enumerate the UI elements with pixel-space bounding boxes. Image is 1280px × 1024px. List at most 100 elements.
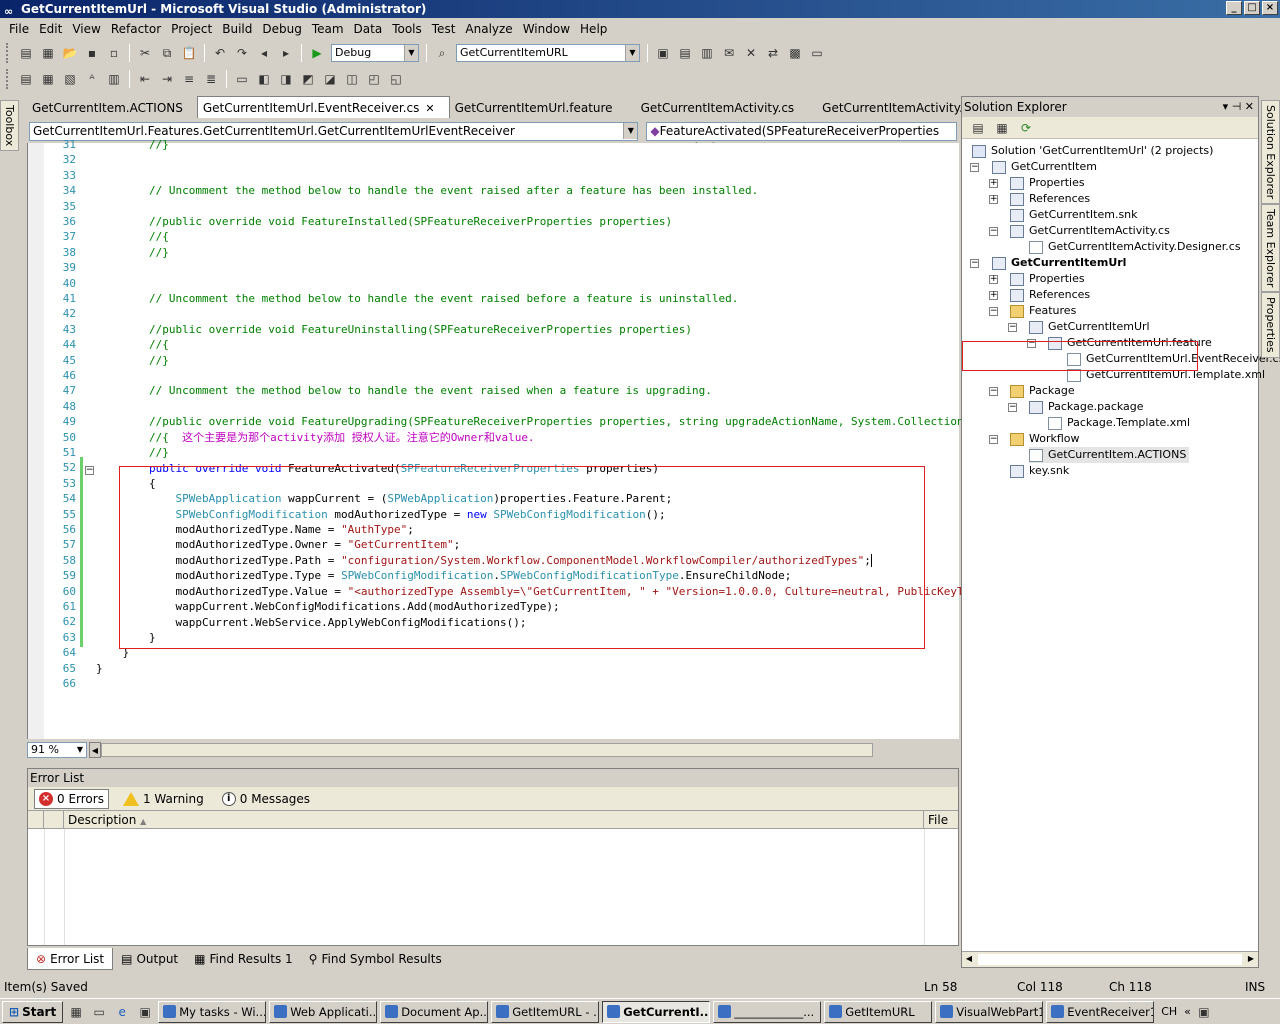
tree-node-feature-folder[interactable]: GetCurrentItemUrl [1029,319,1150,335]
tree-node-references[interactable]: References [1010,191,1090,207]
solution-explorer-side-tab[interactable]: Solution Explorer [1261,100,1280,205]
tree-node-package-folder[interactable]: Package [1010,383,1075,399]
scroll-right-icon[interactable]: ▶ [1244,952,1258,967]
tree-node-features[interactable]: Features [1010,303,1076,319]
navigate-backward-icon[interactable]: ◂ [254,43,274,63]
task-web-application[interactable]: Web Applicati... [269,1000,378,1023]
increase-indent-icon[interactable]: ⇥ [157,69,177,89]
tree-node-workflow[interactable]: Workflow [1010,431,1080,447]
quicklaunch-folder-icon[interactable]: ▣ [135,1002,155,1022]
menu-file[interactable]: File [4,19,34,39]
tab-getcurrentitem-actions[interactable]: GetCurrentItem.ACTIONS [27,98,197,118]
command-window-icon[interactable]: ▭ [807,43,827,63]
refresh-icon[interactable]: ⟳ [1016,118,1036,138]
minimize-button[interactable]: _ [1226,1,1242,15]
uncomment-lines-icon[interactable]: ≣ [201,69,221,89]
cut-icon[interactable]: ✂ [135,43,155,63]
member-dropdown[interactable]: ◆FeatureActivated(SPFeatureReceiverPrope… [646,122,957,155]
comment-lines-icon[interactable]: ≡ [179,69,199,89]
class-view-icon[interactable]: ▩ [785,43,805,63]
tree-node-getcurrentitemurl[interactable]: GetCurrentItemUrl [992,255,1126,271]
start-button[interactable]: ⊞ Start [2,1000,64,1023]
tree-node-properties-2[interactable]: Properties [1010,271,1085,287]
task-visualwebpart1[interactable]: VisualWebPart1 [935,1000,1044,1023]
collapse-icon[interactable]: − [970,259,979,268]
display-word-icon[interactable]: ▥ [104,69,124,89]
task-document-ap[interactable]: Document Ap... [380,1000,489,1023]
find-icon[interactable]: ⌕ [432,43,452,63]
expand-icon[interactable]: + [989,291,998,300]
new-project-icon[interactable]: ▤ [16,43,36,63]
tree-node-snk[interactable]: GetCurrentItem.snk [1010,207,1138,223]
clear-bookmarks-icon[interactable]: ◱ [386,69,406,89]
quicklaunch-server-manager-icon[interactable]: ▦ [66,1002,86,1022]
collapse-icon[interactable]: − [1008,323,1017,332]
undo-icon[interactable]: ↶ [210,43,230,63]
tree-node-designer-cs[interactable]: GetCurrentItemActivity.Designer.cs [1029,239,1241,255]
navigate-forward-icon[interactable]: ▸ [276,43,296,63]
find-combo[interactable]: GetCurrentItemURL ▼ [456,44,640,62]
menu-team[interactable]: Team [307,19,349,39]
zoom-select[interactable]: 91 % ▼ [27,742,87,758]
show-all-files-icon[interactable]: ▤ [968,118,988,138]
scroll-left-icon[interactable]: ◀ [962,952,976,967]
collapse-icon[interactable]: − [1008,403,1017,412]
previous-bookmark-icon[interactable]: ◧ [254,69,274,89]
previous-document-bookmark-icon[interactable]: ◫ [342,69,362,89]
tree-node-solution[interactable]: Solution 'GetCurrentItemUrl' (2 projects… [972,143,1213,159]
menu-view[interactable]: View [67,19,105,39]
properties-icon[interactable]: ▦ [992,118,1012,138]
menu-build[interactable]: Build [217,19,257,39]
tree-node-package-template[interactable]: Package.Template.xml [1048,415,1190,431]
copy-icon[interactable]: ⧉ [157,43,177,63]
warnings-filter[interactable]: 1 Warning [119,790,208,808]
task-untitled[interactable]: ____________... [713,1000,822,1023]
save-icon[interactable]: ▪ [82,43,102,63]
task-my-tasks[interactable]: My tasks - Wi... [158,1000,267,1023]
tree-node-key-snk[interactable]: key.snk [1010,463,1069,479]
file-column-header[interactable]: File [924,811,948,828]
tab-error-list[interactable]: ⊗ Error List [27,948,114,970]
next-bookmark-icon[interactable]: ◨ [276,69,296,89]
solution-explorer-hscroll[interactable]: ◀ ▶ [962,951,1258,967]
paste-icon[interactable]: 📋 [179,43,199,63]
tab-find-symbol-results[interactable]: ⚲ Find Symbol Results [301,948,450,970]
open-file-icon[interactable]: 📂 [60,43,80,63]
expand-icon[interactable]: + [989,179,998,188]
solution-explorer-icon[interactable]: ▣ [653,43,673,63]
tree-node-activity-cs[interactable]: GetCurrentItemActivity.cs [1010,223,1170,239]
team-explorer-side-tab[interactable]: Team Explorer [1261,204,1280,293]
window-position-icon[interactable]: ▾ [1223,100,1229,113]
collapse-icon[interactable]: − [989,387,998,396]
quicklaunch-ie-icon[interactable]: e [112,1002,132,1022]
menu-data[interactable]: Data [349,19,388,39]
scroll-left-icon[interactable]: ◀ [89,742,101,758]
tree-node-package-package[interactable]: Package.package [1029,399,1144,415]
collapse-icon[interactable]: − [970,163,979,172]
tools-icon[interactable]: ✕ [741,43,761,63]
menu-refactor[interactable]: Refactor [106,19,166,39]
tab-getcurrentitemurl-feature[interactable]: GetCurrentItemUrl.feature [450,98,627,118]
menu-analyze[interactable]: Analyze [460,19,517,39]
messages-filter[interactable]: i0 Messages [218,790,314,808]
solution-configuration-select[interactable]: Debug ▼ [331,44,419,62]
toggle-bookmark-icon[interactable]: ▭ [232,69,252,89]
menu-tools[interactable]: Tools [387,19,427,39]
language-indicator[interactable]: CH [1157,1005,1181,1018]
task-getcurrenti-vs[interactable]: GetCurrentI... [602,1000,711,1023]
quicklaunch-desktop-icon[interactable]: ▭ [89,1002,109,1022]
properties-side-tab[interactable]: Properties [1261,292,1280,359]
properties-window-icon[interactable]: ▤ [675,43,695,63]
tray-network-icon[interactable]: ▣ [1194,1002,1214,1022]
menu-project[interactable]: Project [166,19,217,39]
task-getitemurl[interactable]: GetItemURL [824,1000,933,1023]
tree-node-properties[interactable]: Properties [1010,175,1085,191]
redo-icon[interactable]: ↷ [232,43,252,63]
close-tab-icon[interactable]: ✕ [425,102,434,115]
tab-getcurrentitemactivity-cs[interactable]: GetCurrentItemActivity.cs [627,98,809,118]
previous-bookmark-folder-icon[interactable]: ◩ [298,69,318,89]
quick-info-icon[interactable]: ▧ [60,69,80,89]
close-button[interactable]: × [1262,1,1278,15]
server-explorer-icon[interactable]: ⇄ [763,43,783,63]
start-debugging-icon[interactable]: ▶ [307,43,327,63]
